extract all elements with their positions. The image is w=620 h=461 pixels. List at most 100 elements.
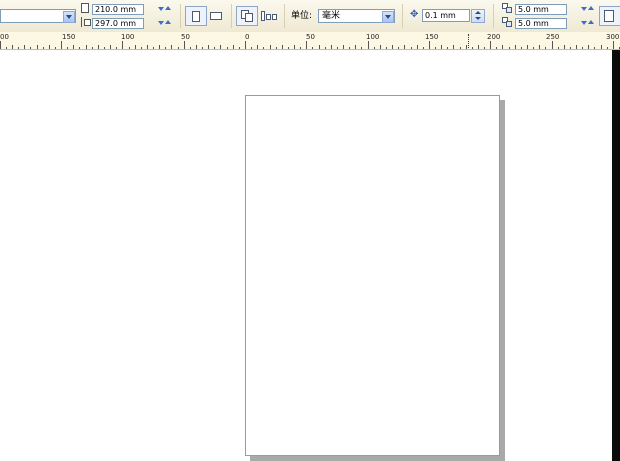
chevron-down-icon[interactable] <box>382 11 394 23</box>
ruler-tick <box>86 45 87 49</box>
duplicate-y-spinner[interactable] <box>581 19 595 28</box>
ruler-tick <box>6 47 7 49</box>
ruler-tick <box>98 45 99 49</box>
ruler-tick <box>564 45 565 49</box>
nudge-field[interactable]: 0.1 mm <box>422 9 470 22</box>
ruler-tick <box>527 45 528 49</box>
ruler-tick <box>178 47 179 49</box>
ruler-tick <box>18 47 19 49</box>
ruler-label: 300 <box>606 33 620 41</box>
page-height-icon <box>81 17 91 27</box>
ruler-tick <box>319 45 320 49</box>
page-width-field[interactable]: 210.0 mm <box>92 4 144 15</box>
current-page-icon <box>241 10 253 22</box>
ruler-label: 150 <box>62 33 76 41</box>
nudge-spinner[interactable] <box>471 9 485 23</box>
ruler-label: 50 <box>181 33 190 41</box>
separator <box>284 4 285 28</box>
units-label: 单位: <box>291 11 313 21</box>
page-height-field[interactable]: 297.0 mm <box>92 18 144 29</box>
paper-type-select[interactable] <box>0 9 76 23</box>
ruler-tick <box>12 45 13 49</box>
horizontal-ruler[interactable]: 00 150 100 50 0 50 100 150 200 250 300 <box>0 32 620 50</box>
ruler-tick <box>417 45 418 49</box>
ruler-tick <box>613 41 614 49</box>
units-select[interactable]: 毫米 <box>318 9 395 23</box>
ruler-tick <box>79 47 80 49</box>
ruler-label: 150 <box>425 33 439 41</box>
ruler-tick <box>141 47 142 49</box>
ruler-tick <box>502 45 503 49</box>
ruler-tick <box>337 47 338 49</box>
all-pages-icon <box>261 10 277 22</box>
ruler-label: 0 <box>245 33 250 41</box>
ruler-tick <box>24 45 25 49</box>
options-button[interactable] <box>599 6 620 26</box>
separator <box>402 4 403 28</box>
ruler-tick <box>594 47 595 49</box>
landscape-button[interactable] <box>210 10 224 20</box>
ruler-tick <box>545 47 546 49</box>
ruler-tick <box>435 47 436 49</box>
ruler-tick <box>484 47 485 49</box>
ruler-tick <box>190 47 191 49</box>
ruler-label: 250 <box>546 33 560 41</box>
ruler-tick <box>306 41 307 49</box>
ruler-cursor-marker <box>468 34 470 48</box>
ruler-tick <box>533 47 534 49</box>
page-width-spinner[interactable] <box>158 5 172 14</box>
ruler-tick <box>398 47 399 49</box>
ruler-tick <box>153 47 154 49</box>
portrait-button[interactable] <box>185 6 207 26</box>
ruler-tick <box>582 47 583 49</box>
duplicate-y-field[interactable]: 5.0 mm <box>515 18 567 29</box>
ruler-tick <box>110 45 111 49</box>
ruler-tick <box>147 45 148 49</box>
window-edge <box>612 50 620 461</box>
document-page[interactable] <box>245 95 500 456</box>
ruler-tick <box>343 45 344 49</box>
ruler-tick <box>558 47 559 49</box>
ruler-tick <box>73 45 74 49</box>
ruler-tick <box>55 47 56 49</box>
ruler-tick <box>466 45 467 49</box>
ruler-tick <box>441 45 442 49</box>
chevron-down-icon[interactable] <box>63 11 75 23</box>
ruler-tick <box>104 47 105 49</box>
ruler-tick <box>257 45 258 49</box>
ruler-tick <box>380 45 381 49</box>
ruler-tick <box>423 47 424 49</box>
nudge-icon: ✥ <box>410 9 419 20</box>
duplicate-y-icon <box>502 17 514 27</box>
ruler-tick <box>30 47 31 49</box>
ruler-tick <box>245 41 246 49</box>
all-pages-button[interactable] <box>261 10 277 22</box>
ruler-tick <box>208 45 209 49</box>
ruler-tick <box>116 47 117 49</box>
duplicate-x-field[interactable]: 5.0 mm <box>515 4 567 15</box>
ruler-tick <box>263 47 264 49</box>
ruler-tick <box>588 45 589 49</box>
ruler-tick <box>472 47 473 49</box>
ruler-tick <box>429 41 430 49</box>
ruler-tick <box>282 45 283 49</box>
ruler-tick <box>276 47 277 49</box>
ruler-tick <box>196 45 197 49</box>
landscape-icon <box>210 12 222 20</box>
ruler-tick <box>607 47 608 49</box>
ruler-label: 00 <box>0 33 9 41</box>
ruler-label: 50 <box>306 33 315 41</box>
ruler-tick <box>300 47 301 49</box>
duplicate-x-spinner[interactable] <box>581 5 595 14</box>
ruler-tick <box>239 47 240 49</box>
ruler-tick <box>122 41 123 49</box>
current-page-button[interactable] <box>236 6 258 26</box>
page-height-spinner[interactable] <box>158 19 172 28</box>
ruler-tick <box>368 41 369 49</box>
ruler-tick <box>312 47 313 49</box>
ruler-tick <box>0 41 1 49</box>
ruler-tick <box>404 45 405 49</box>
ruler-tick <box>509 47 510 49</box>
ruler-tick <box>374 47 375 49</box>
ruler-tick <box>576 45 577 49</box>
